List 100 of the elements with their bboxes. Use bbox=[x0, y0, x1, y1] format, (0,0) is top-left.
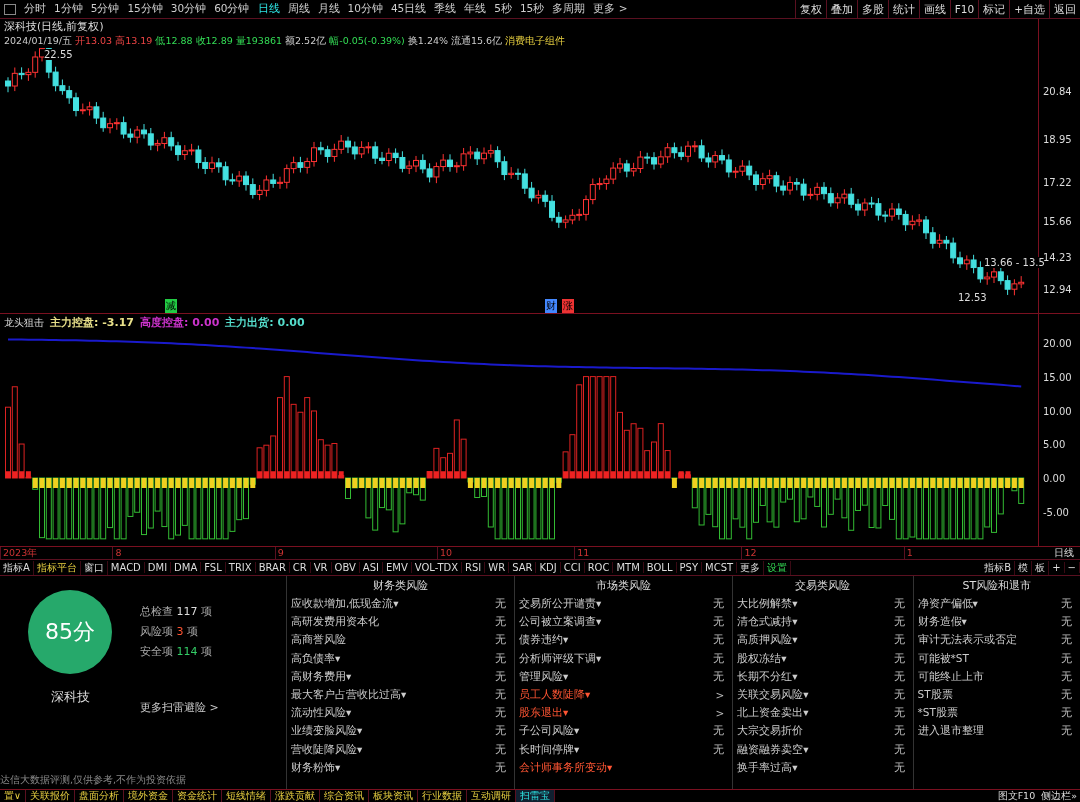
risk-item[interactable]: 业绩变脸风险▾ bbox=[290, 724, 363, 739]
indicator-tab[interactable]: BOLL bbox=[643, 562, 677, 573]
indicator-tab[interactable]: MTM bbox=[613, 562, 644, 573]
toolbar-button[interactable]: 返回 bbox=[1049, 0, 1080, 18]
period-tab[interactable]: 15秒 bbox=[515, 2, 549, 16]
risk-item[interactable]: 审计无法表示或否定 bbox=[917, 633, 1017, 648]
indicator-tab[interactable]: CR bbox=[289, 562, 311, 573]
indicator-tab[interactable]: DMA bbox=[171, 562, 202, 573]
indicator-tab[interactable]: KDJ bbox=[536, 562, 561, 573]
bottom-tab[interactable]: 境外资金 bbox=[123, 790, 173, 802]
risk-item[interactable]: 分析师评级下调▾ bbox=[519, 651, 602, 666]
bottom-tab[interactable]: 盘面分析 bbox=[74, 790, 124, 802]
indicator-tab[interactable]: 指标A bbox=[0, 560, 34, 575]
period-tab[interactable]: 5秒 bbox=[490, 2, 516, 16]
period-tab[interactable]: 15分钟 bbox=[123, 2, 167, 16]
risk-item[interactable]: 公司被立案调查▾ bbox=[519, 615, 602, 630]
window-icon[interactable] bbox=[4, 3, 16, 15]
bottom-tab[interactable]: 综合资讯 bbox=[319, 790, 369, 802]
period-tab[interactable]: 分时 bbox=[20, 2, 50, 16]
indicator-tab[interactable]: RSI bbox=[462, 562, 486, 573]
period-tab[interactable]: 5分钟 bbox=[86, 2, 124, 16]
risk-item[interactable]: 换手率过高▾ bbox=[737, 760, 798, 775]
indicator-tab[interactable]: 窗口 bbox=[80, 560, 108, 575]
period-tab[interactable]: 30分钟 bbox=[166, 2, 211, 16]
toolbar-button[interactable]: F10 bbox=[949, 0, 979, 18]
risk-item[interactable]: 债券违约▾ bbox=[519, 633, 569, 648]
more-link[interactable]: 更多扫雷避险 > bbox=[140, 700, 286, 715]
risk-item[interactable]: *ST股票 bbox=[917, 706, 958, 721]
indicator-tab[interactable]: OBV bbox=[331, 562, 360, 573]
risk-item[interactable]: 子公司风险▾ bbox=[519, 724, 580, 739]
risk-item[interactable]: 可能终止上市 bbox=[917, 669, 984, 684]
toolbar-button[interactable]: 画线 bbox=[918, 0, 950, 18]
period-tab[interactable]: 月线 bbox=[313, 2, 344, 16]
risk-item[interactable]: 财务粉饰▾ bbox=[290, 760, 341, 775]
indicator-tab[interactable]: CCI bbox=[560, 562, 585, 573]
toolbar-button[interactable]: 叠加 bbox=[825, 0, 857, 18]
indicator-tab[interactable]: EMV bbox=[383, 562, 412, 573]
risk-item[interactable]: 北上资金卖出▾ bbox=[737, 706, 809, 721]
toolbar-button[interactable]: 统计 bbox=[887, 0, 919, 18]
toolbar-button[interactable]: 标记 bbox=[978, 0, 1010, 18]
indicator-tab[interactable]: WR bbox=[485, 562, 510, 573]
risk-item[interactable]: 高质押风险▾ bbox=[737, 633, 798, 648]
risk-item[interactable]: 高财务费用▾ bbox=[290, 669, 352, 684]
risk-item[interactable]: 高商誉风险 bbox=[290, 633, 346, 648]
risk-item[interactable]: 财务造假▾ bbox=[917, 615, 967, 630]
bottom-tab[interactable]: 板块资讯 bbox=[368, 790, 418, 802]
risk-item[interactable]: 清仓式减持▾ bbox=[737, 615, 798, 630]
indicator-tab[interactable]: − bbox=[1064, 562, 1080, 573]
indicator-tab[interactable]: DMI bbox=[144, 562, 172, 573]
risk-item[interactable]: 应收款增加,低现金流▾ bbox=[290, 597, 399, 612]
risk-item[interactable]: 营收陡降风险▾ bbox=[290, 742, 363, 757]
risk-item[interactable]: 员工人数陡降▾ bbox=[519, 688, 591, 703]
indicator-tab[interactable]: PSY bbox=[676, 562, 702, 573]
period-tab[interactable]: 日线 bbox=[253, 2, 284, 16]
risk-item[interactable]: 股东退出▾ bbox=[519, 706, 569, 721]
risk-item[interactable]: 长期不分红▾ bbox=[737, 669, 798, 684]
indicator-tab[interactable]: VOL-TDX bbox=[411, 562, 463, 573]
risk-item[interactable]: 最大客户占营收比过高▾ bbox=[290, 688, 407, 703]
period-tab[interactable]: 周线 bbox=[283, 2, 314, 16]
period-tab[interactable]: 60分钟 bbox=[210, 2, 254, 16]
bottom-tab[interactable]: 资金统计 bbox=[172, 790, 222, 802]
bottom-button[interactable]: 侧边栏» bbox=[1038, 790, 1080, 802]
indicator-tab[interactable]: + bbox=[1049, 562, 1065, 573]
period-tab[interactable]: 更多 > bbox=[589, 2, 632, 16]
period-tab[interactable]: 年线 bbox=[460, 2, 491, 16]
indicator-tab[interactable]: ASI bbox=[359, 562, 383, 573]
period-tab[interactable]: 多周期 bbox=[548, 2, 590, 16]
risk-item[interactable]: ST股票 bbox=[917, 688, 953, 703]
bottom-tab[interactable]: 互动调研 bbox=[466, 790, 516, 802]
toolbar-button[interactable]: 多股 bbox=[856, 0, 888, 18]
indicator-tab[interactable]: 指标B bbox=[981, 560, 1016, 575]
period-tab[interactable]: 45日线 bbox=[386, 2, 431, 16]
toolbar-button[interactable]: +自选 bbox=[1009, 0, 1049, 18]
risk-item[interactable]: 关联交易风险▾ bbox=[737, 688, 809, 703]
bottom-tab[interactable]: 短线情绪 bbox=[221, 790, 271, 802]
bottom-tab[interactable]: 扫雷宝 bbox=[515, 790, 555, 802]
indicator-tab[interactable]: 指标平台 bbox=[33, 560, 81, 575]
indicator-tab[interactable]: SAR bbox=[509, 562, 537, 573]
risk-item[interactable]: 可能被*ST bbox=[917, 651, 969, 666]
period-tab[interactable]: 季线 bbox=[430, 2, 461, 16]
indicator-tab[interactable]: FSL bbox=[201, 562, 226, 573]
risk-item[interactable]: 进入退市整理 bbox=[917, 724, 984, 739]
risk-item[interactable]: 流动性风险▾ bbox=[290, 706, 352, 721]
risk-item[interactable]: 大比例解禁▾ bbox=[737, 597, 798, 612]
risk-item[interactable]: 长时间停牌▾ bbox=[519, 742, 580, 757]
indicator-tab[interactable]: ROC bbox=[584, 562, 614, 573]
risk-item[interactable]: 大宗交易折价 bbox=[737, 724, 804, 739]
risk-item[interactable]: 会计师事务所变动▾ bbox=[519, 760, 613, 775]
indicator-tab[interactable]: 设置 bbox=[764, 560, 792, 575]
period-tab[interactable]: 10分钟 bbox=[343, 2, 387, 16]
toolbar-button[interactable]: 复权 bbox=[794, 0, 826, 18]
indicator-tab[interactable]: 更多 bbox=[737, 560, 765, 575]
risk-item[interactable]: 融资融券卖空▾ bbox=[737, 742, 809, 757]
bottom-tab[interactable]: 关联报价 bbox=[25, 790, 75, 802]
indicator-tab[interactable]: TRIX bbox=[225, 562, 256, 573]
bottom-tab[interactable]: 涨跌贡献 bbox=[270, 790, 320, 802]
risk-item[interactable]: 股权冻结▾ bbox=[737, 651, 787, 666]
indicator-tab[interactable]: MCST bbox=[702, 562, 738, 573]
risk-item[interactable]: 净资产偏低▾ bbox=[917, 597, 978, 612]
bottom-button[interactable]: 图文F10 bbox=[994, 790, 1039, 802]
